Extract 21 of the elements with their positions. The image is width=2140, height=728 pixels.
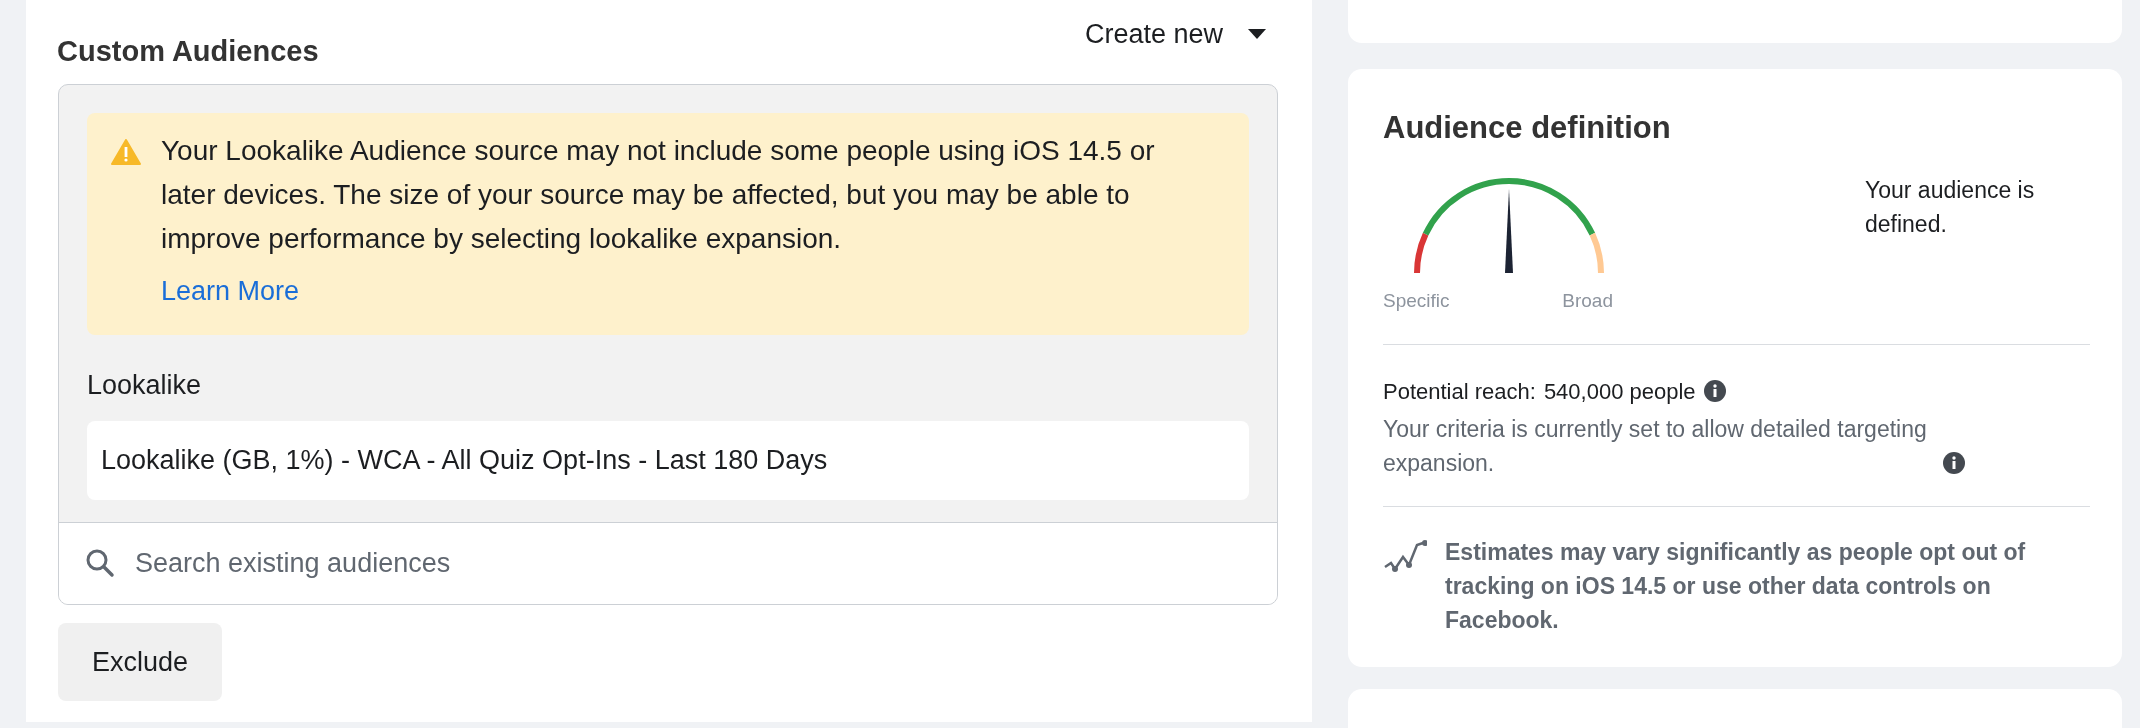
estimate-note: Estimates may vary significantly as people opt out of tracking on iOS 14.5 or use other data controls on Facebook. xyxy=(1445,537,2027,635)
criteria-note: Your criteria is currently set to allow detailed targeting expansion. xyxy=(1383,414,1928,478)
trend-line-icon xyxy=(1383,538,1427,575)
card-title: Audience definition xyxy=(1383,108,1672,147)
exclude-button[interactable]: Exclude xyxy=(58,623,223,701)
gauge-label: Specific xyxy=(1383,289,1450,314)
info-icon[interactable] xyxy=(1703,380,1726,403)
gauge-label: Broad xyxy=(1562,289,1613,314)
warning-text: Your Lookalike Audience source may not include some people using iOS 14.5 or later devices. The size of your source may be affected, but you may be able to improve performance by selecting lookalike expansion. xyxy=(161,133,1156,256)
info-icon[interactable] xyxy=(1943,451,1965,474)
warning-icon xyxy=(111,138,141,165)
selected-audience[interactable]: Lookalike (GB, 1%) - WCA - All Quiz Opt-Ins - Last 180 Days xyxy=(87,421,1249,500)
search-field[interactable]: Search existing audiences xyxy=(59,522,1277,604)
reach-value: 540,000 people xyxy=(1543,377,1696,406)
reach-label: Potential reach: xyxy=(1383,377,1536,406)
status-text: Your audience is defined. xyxy=(1865,176,2036,240)
create-new-dropdown[interactable]: Create new xyxy=(1084,14,1267,55)
section-title: Custom Audiences xyxy=(57,34,319,69)
caret-icon xyxy=(1247,28,1267,41)
group-label: Lookalike xyxy=(87,368,203,402)
learn-more-link[interactable]: Learn More xyxy=(161,268,300,313)
